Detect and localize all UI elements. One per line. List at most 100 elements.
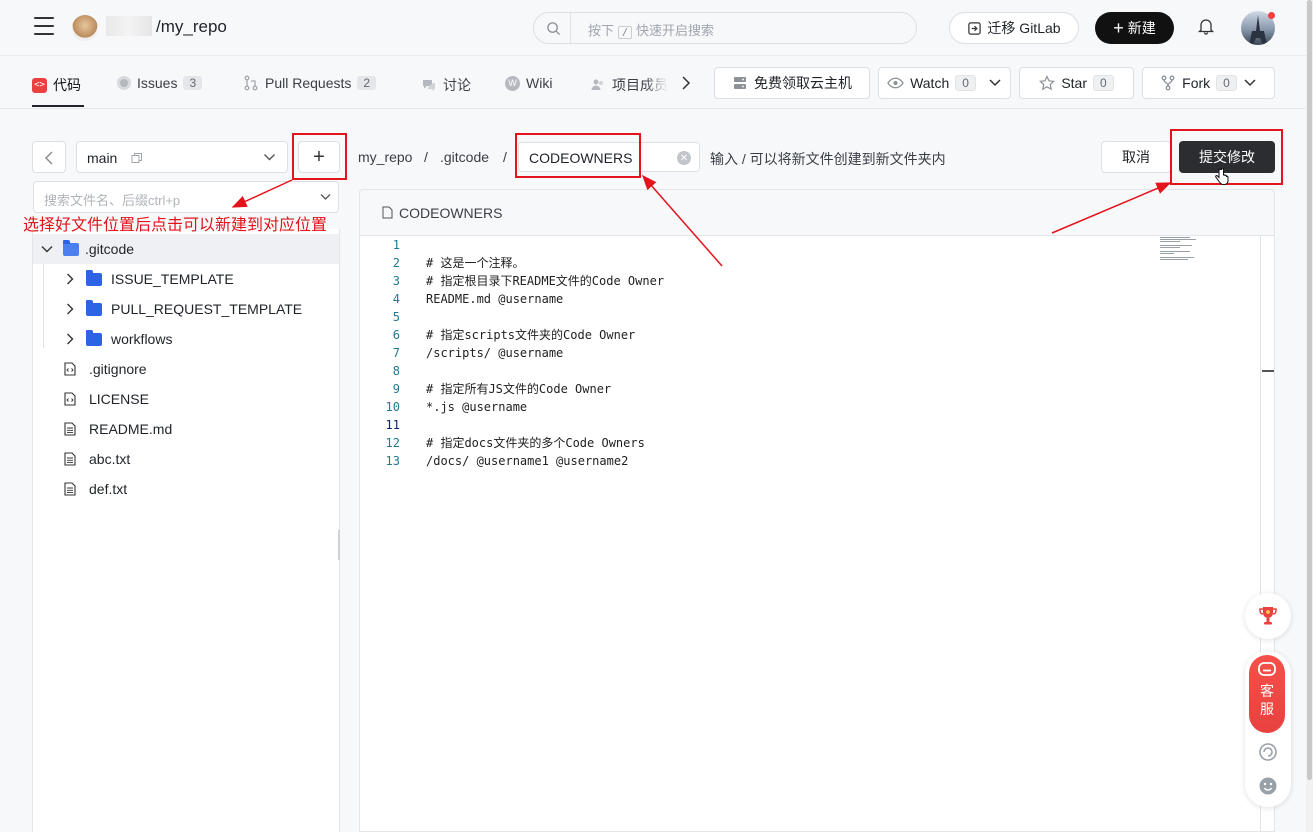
menu-icon[interactable] [34, 17, 54, 35]
annotation-box-add [292, 133, 347, 180]
code-line: 12 # 指定docs文件夹的多个Code Owners [360, 434, 1260, 452]
file-icon [64, 422, 76, 436]
star-button[interactable]: Star 0 [1019, 67, 1134, 99]
smile-icon[interactable] [1258, 776, 1278, 796]
tab-members[interactable]: 项目成员 [590, 75, 668, 95]
chevron-down-icon [264, 154, 275, 161]
tree-item-label: abc.txt [89, 451, 131, 467]
chevron-down-icon [41, 245, 53, 252]
tab-issues[interactable]: Issues 3 [117, 75, 203, 91]
search-hint-after: 快速开启搜索 [636, 23, 715, 38]
code-line: 13/docs/ @username1 @username2 [360, 452, 1260, 470]
fork-label: Fork [1182, 75, 1211, 91]
issue-icon [117, 76, 131, 90]
line-number: 2 [392, 256, 400, 270]
breadcrumb-dir[interactable]: .gitcode [440, 149, 489, 165]
search-icon [547, 22, 561, 36]
chevron-right-icon[interactable] [680, 76, 692, 90]
tree-item-label: .gitignore [89, 361, 147, 377]
cancel-button[interactable]: 取消 [1101, 141, 1171, 173]
tree-file-license[interactable]: LICENSE [33, 384, 339, 414]
tab-pull-requests[interactable]: Pull Requests 2 [243, 75, 377, 91]
tab-discussions[interactable]: 讨论 [421, 75, 471, 95]
line-text: /docs/ @username1 @username2 [426, 454, 629, 468]
line-number: 4 [392, 292, 400, 306]
tree-item-label: .gitcode [85, 241, 135, 257]
notification-dot [1268, 12, 1275, 19]
star-count: 0 [1093, 75, 1114, 91]
bell-icon[interactable] [1197, 17, 1215, 35]
line-text: # 指定scripts文件夹的Code Owner [426, 328, 636, 342]
chevron-down-icon [320, 194, 331, 200]
sidebar-resize-handle[interactable] [338, 530, 340, 560]
new-label: 新建 [1127, 20, 1156, 36]
annotation-text: 选择好文件位置后点击可以新建到对应位置 [23, 217, 328, 234]
editor-scroll-position [1262, 370, 1274, 372]
star-label: Star [1061, 75, 1087, 91]
page-scrollbar-thumb[interactable] [1307, 0, 1312, 780]
tab-wiki[interactable]: W Wiki [505, 75, 552, 91]
chevron-left-icon [44, 151, 53, 165]
migrate-gitlab-button[interactable]: 迁移 GitLab [949, 12, 1079, 44]
collapse-sidebar-button[interactable] [32, 141, 66, 173]
breadcrumb-separator: / [503, 149, 507, 165]
tree-file-gitignore[interactable]: .gitignore [33, 354, 339, 384]
file-search-input[interactable]: 搜索文件名、后缀ctrl+p [33, 181, 339, 213]
annotation-box-filename [515, 133, 641, 178]
free-cloud-host-button[interactable]: 免费领取云主机 [714, 67, 870, 99]
clear-icon[interactable]: ✕ [677, 151, 691, 165]
code-line: 10 *.js @username [360, 398, 1260, 416]
breadcrumb-repo[interactable]: my_repo [358, 149, 412, 165]
fork-button[interactable]: Fork 0 [1142, 67, 1275, 99]
branch-selector[interactable]: main [76, 141, 288, 173]
tree-folder-pull-request-template[interactable]: PULL_REQUEST_TEMPLATE [33, 294, 339, 324]
folder-icon [86, 269, 102, 286]
tree-file-readme[interactable]: README.md [33, 414, 339, 444]
customer-service-button[interactable]: 客 服 [1249, 655, 1285, 733]
code-editor[interactable]: 1 2 # 这是一个注释。 3 # 指定根目录下README文件的Code Owne… [359, 235, 1275, 832]
tab-members-label: 项目成员 [612, 77, 668, 93]
tree-item-label: PULL_REQUEST_TEMPLATE [111, 301, 303, 317]
search-hint-before: 按下 [588, 23, 615, 38]
tab-pr-label: Pull Requests [265, 75, 352, 91]
editor-file-tab: CODEOWNERS [399, 205, 503, 221]
copy-icon[interactable] [131, 152, 143, 164]
tree-folder-gitcode[interactable]: .gitcode [33, 234, 339, 264]
line-number: 10 [385, 400, 400, 414]
repo-nav: <> 代码 Issues 3 Pull Requests 2 讨论 W Wiki… [0, 57, 1306, 109]
tree-file-abc[interactable]: abc.txt [33, 444, 339, 474]
line-text: # 这是一个注释。 [426, 256, 525, 270]
tab-pr-count: 2 [357, 76, 377, 90]
tree-file-def[interactable]: def.txt [33, 474, 339, 504]
hand-cursor-icon [1215, 168, 1229, 185]
line-text: # 指定所有JS文件的Code Owner [426, 382, 612, 396]
tab-code[interactable]: <> 代码 [32, 75, 81, 95]
editor-minimap[interactable] [1160, 237, 1200, 265]
global-search-input[interactable]: 按下 / 快速开启搜索 [533, 12, 917, 44]
folder-icon [86, 329, 102, 346]
code-line: 11 [360, 416, 1260, 434]
floating-trophy-button[interactable] [1245, 593, 1291, 639]
code-line: 9 # 指定所有JS文件的Code Owner [360, 380, 1260, 398]
search-shortcut-key: / [618, 26, 633, 39]
file-icon [64, 452, 76, 466]
refresh-icon[interactable] [1258, 742, 1278, 762]
active-tab-indicator [32, 105, 84, 107]
chevron-right-icon [67, 303, 74, 315]
new-button[interactable]: + 新建 [1095, 12, 1174, 44]
code-line: 3 # 指定根目录下README文件的Code Owner [360, 272, 1260, 290]
line-text: *.js @username [426, 400, 528, 414]
star-icon [1039, 75, 1056, 91]
repo-name[interactable]: /my_repo [156, 17, 227, 37]
line-number: 3 [392, 274, 400, 288]
tree-folder-workflows[interactable]: workflows [33, 324, 339, 354]
breadcrumb-separator: / [424, 149, 428, 165]
code-line: 1 [360, 236, 1260, 254]
watch-button[interactable]: Watch 0 [878, 67, 1011, 99]
plus-icon: + [1113, 18, 1124, 38]
free-cloud-host-label: 免费领取云主机 [754, 75, 852, 91]
customer-service-label-2: 服 [1260, 701, 1274, 717]
tab-issues-label: Issues [137, 75, 178, 91]
owner-name-blurred[interactable] [106, 16, 152, 36]
tree-folder-issue-template[interactable]: ISSUE_TEMPLATE [33, 264, 339, 294]
